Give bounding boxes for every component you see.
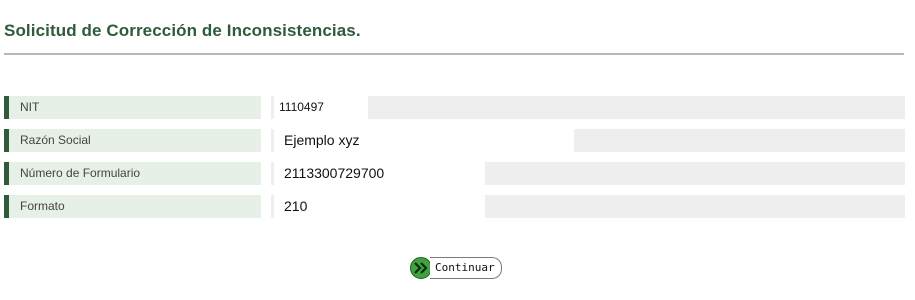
- razon-social-value-cell: Ejemplo xyz: [271, 129, 905, 152]
- formato-value-cell: 210: [271, 195, 905, 218]
- form-table: NIT 1110497 Razón Social Ejemplo xyz Núm…: [4, 96, 905, 228]
- razon-social-value: Ejemplo xyz: [274, 129, 574, 152]
- numero-formulario-label: Número de Formulario: [4, 162, 261, 185]
- formato-label: Formato: [4, 195, 261, 218]
- numero-formulario-value: 2113300729700: [274, 162, 485, 185]
- nit-label: NIT: [4, 96, 261, 119]
- form-row-formato: Formato 210: [4, 195, 905, 218]
- form-row-razon-social: Razón Social Ejemplo xyz: [4, 129, 905, 152]
- formato-value: 210: [274, 195, 485, 218]
- razon-social-label: Razón Social: [4, 129, 261, 152]
- numero-formulario-value-cell: 2113300729700: [271, 162, 905, 185]
- page: Solicitud de Corrección de Inconsistenci…: [0, 0, 915, 300]
- continue-button-label: Continuar: [430, 257, 502, 279]
- title-divider: [4, 53, 904, 55]
- form-row-numero-formulario: Número de Formulario 2113300729700: [4, 162, 905, 185]
- continue-button[interactable]: Continuar: [410, 256, 502, 280]
- double-chevron-right-icon: [410, 257, 432, 279]
- page-title: Solicitud de Corrección de Inconsistenci…: [4, 21, 361, 40]
- nit-value: 1110497: [274, 96, 368, 119]
- form-row-nit: NIT 1110497: [4, 96, 905, 119]
- nit-value-cell: 1110497: [271, 96, 905, 119]
